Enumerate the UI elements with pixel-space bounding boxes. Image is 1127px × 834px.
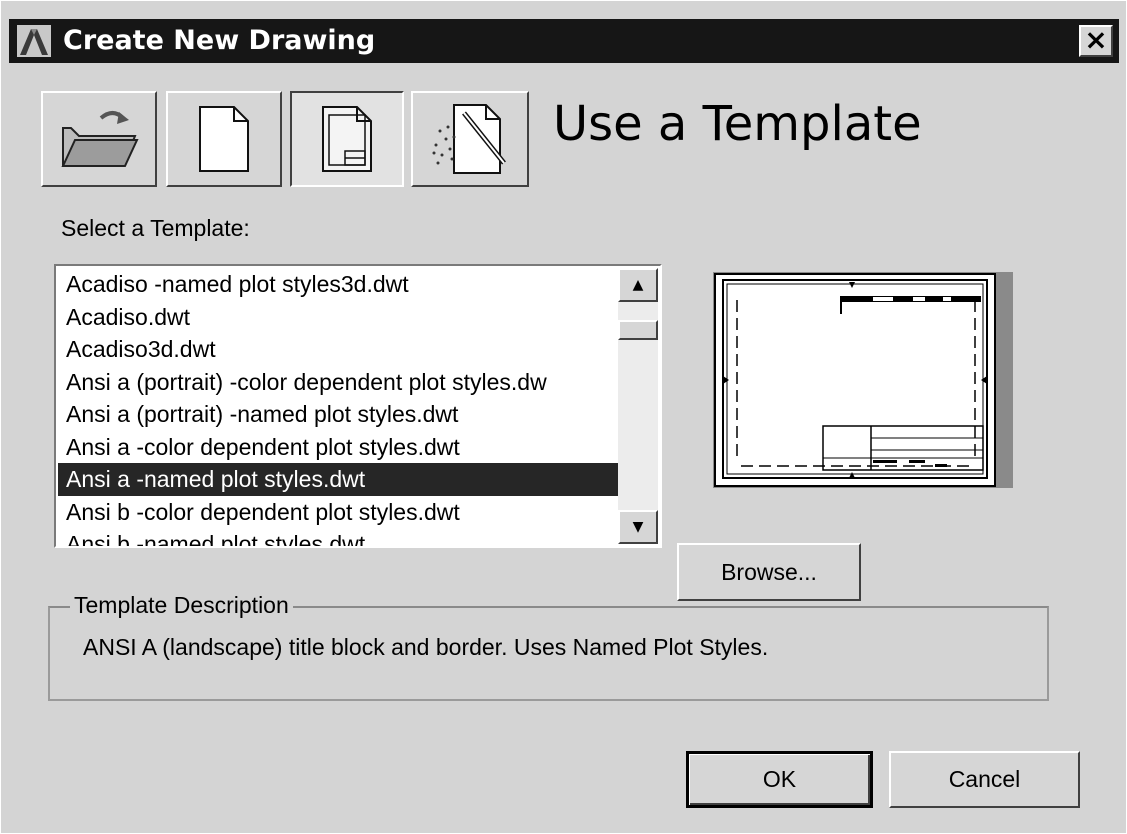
- mode-heading: Use a Template: [553, 96, 922, 152]
- template-list-item[interactable]: Ansi b -color dependent plot styles.dwt: [58, 496, 619, 529]
- template-list-item[interactable]: Ansi a -named plot styles.dwt: [58, 463, 619, 496]
- title-bar[interactable]: Create New Drawing ×: [9, 19, 1119, 63]
- select-template-label: Select a Template:: [61, 215, 250, 241]
- ok-button[interactable]: OK: [686, 751, 873, 808]
- open-drawing-button[interactable]: [41, 91, 157, 187]
- template-list-item[interactable]: Ansi b -named plot styles.dwt: [58, 528, 619, 546]
- close-button[interactable]: ×: [1079, 25, 1113, 57]
- window-title: Create New Drawing: [63, 25, 376, 56]
- template-list: Acadiso -named plot styles3d.dwt Acadiso.…: [58, 268, 619, 546]
- create-new-drawing-dialog: Create New Drawing × Use a Template Sele…: [0, 0, 1127, 834]
- template-description-text: ANSI A (landscape) title block and borde…: [83, 634, 769, 660]
- vertical-scrollbar[interactable]: ▲ ▼: [618, 268, 658, 544]
- open-folder-icon: [61, 111, 139, 167]
- template-list-item[interactable]: Ansi a -color dependent plot styles.dwt: [58, 431, 619, 464]
- scroll-down-button[interactable]: ▼: [618, 510, 658, 544]
- template-list-item[interactable]: Acadiso -named plot styles3d.dwt: [58, 268, 619, 301]
- use-a-wizard-button[interactable]: [411, 91, 529, 187]
- scroll-thumb[interactable]: [618, 320, 658, 340]
- cancel-button[interactable]: Cancel: [889, 751, 1080, 808]
- template-page-icon: [322, 106, 372, 172]
- template-list-item[interactable]: Ansi a (portrait) -color dependent plot …: [58, 366, 619, 399]
- wizard-wand-icon: [432, 104, 506, 174]
- template-listbox[interactable]: Acadiso -named plot styles3d.dwt Acadiso.…: [54, 264, 662, 548]
- use-a-template-button[interactable]: [290, 91, 404, 187]
- start-from-scratch-button[interactable]: [166, 91, 282, 187]
- template-description-label: Template Description: [70, 592, 293, 619]
- blank-page-icon: [199, 106, 249, 172]
- scroll-up-button[interactable]: ▲: [618, 268, 658, 302]
- template-list-item[interactable]: Ansi a (portrait) -named plot styles.dwt: [58, 398, 619, 431]
- template-list-item[interactable]: Acadiso.dwt: [58, 301, 619, 334]
- template-preview: [713, 272, 1013, 488]
- autocad-app-icon: [17, 25, 51, 57]
- template-list-item[interactable]: Acadiso3d.dwt: [58, 333, 619, 366]
- browse-button[interactable]: Browse...: [677, 543, 861, 601]
